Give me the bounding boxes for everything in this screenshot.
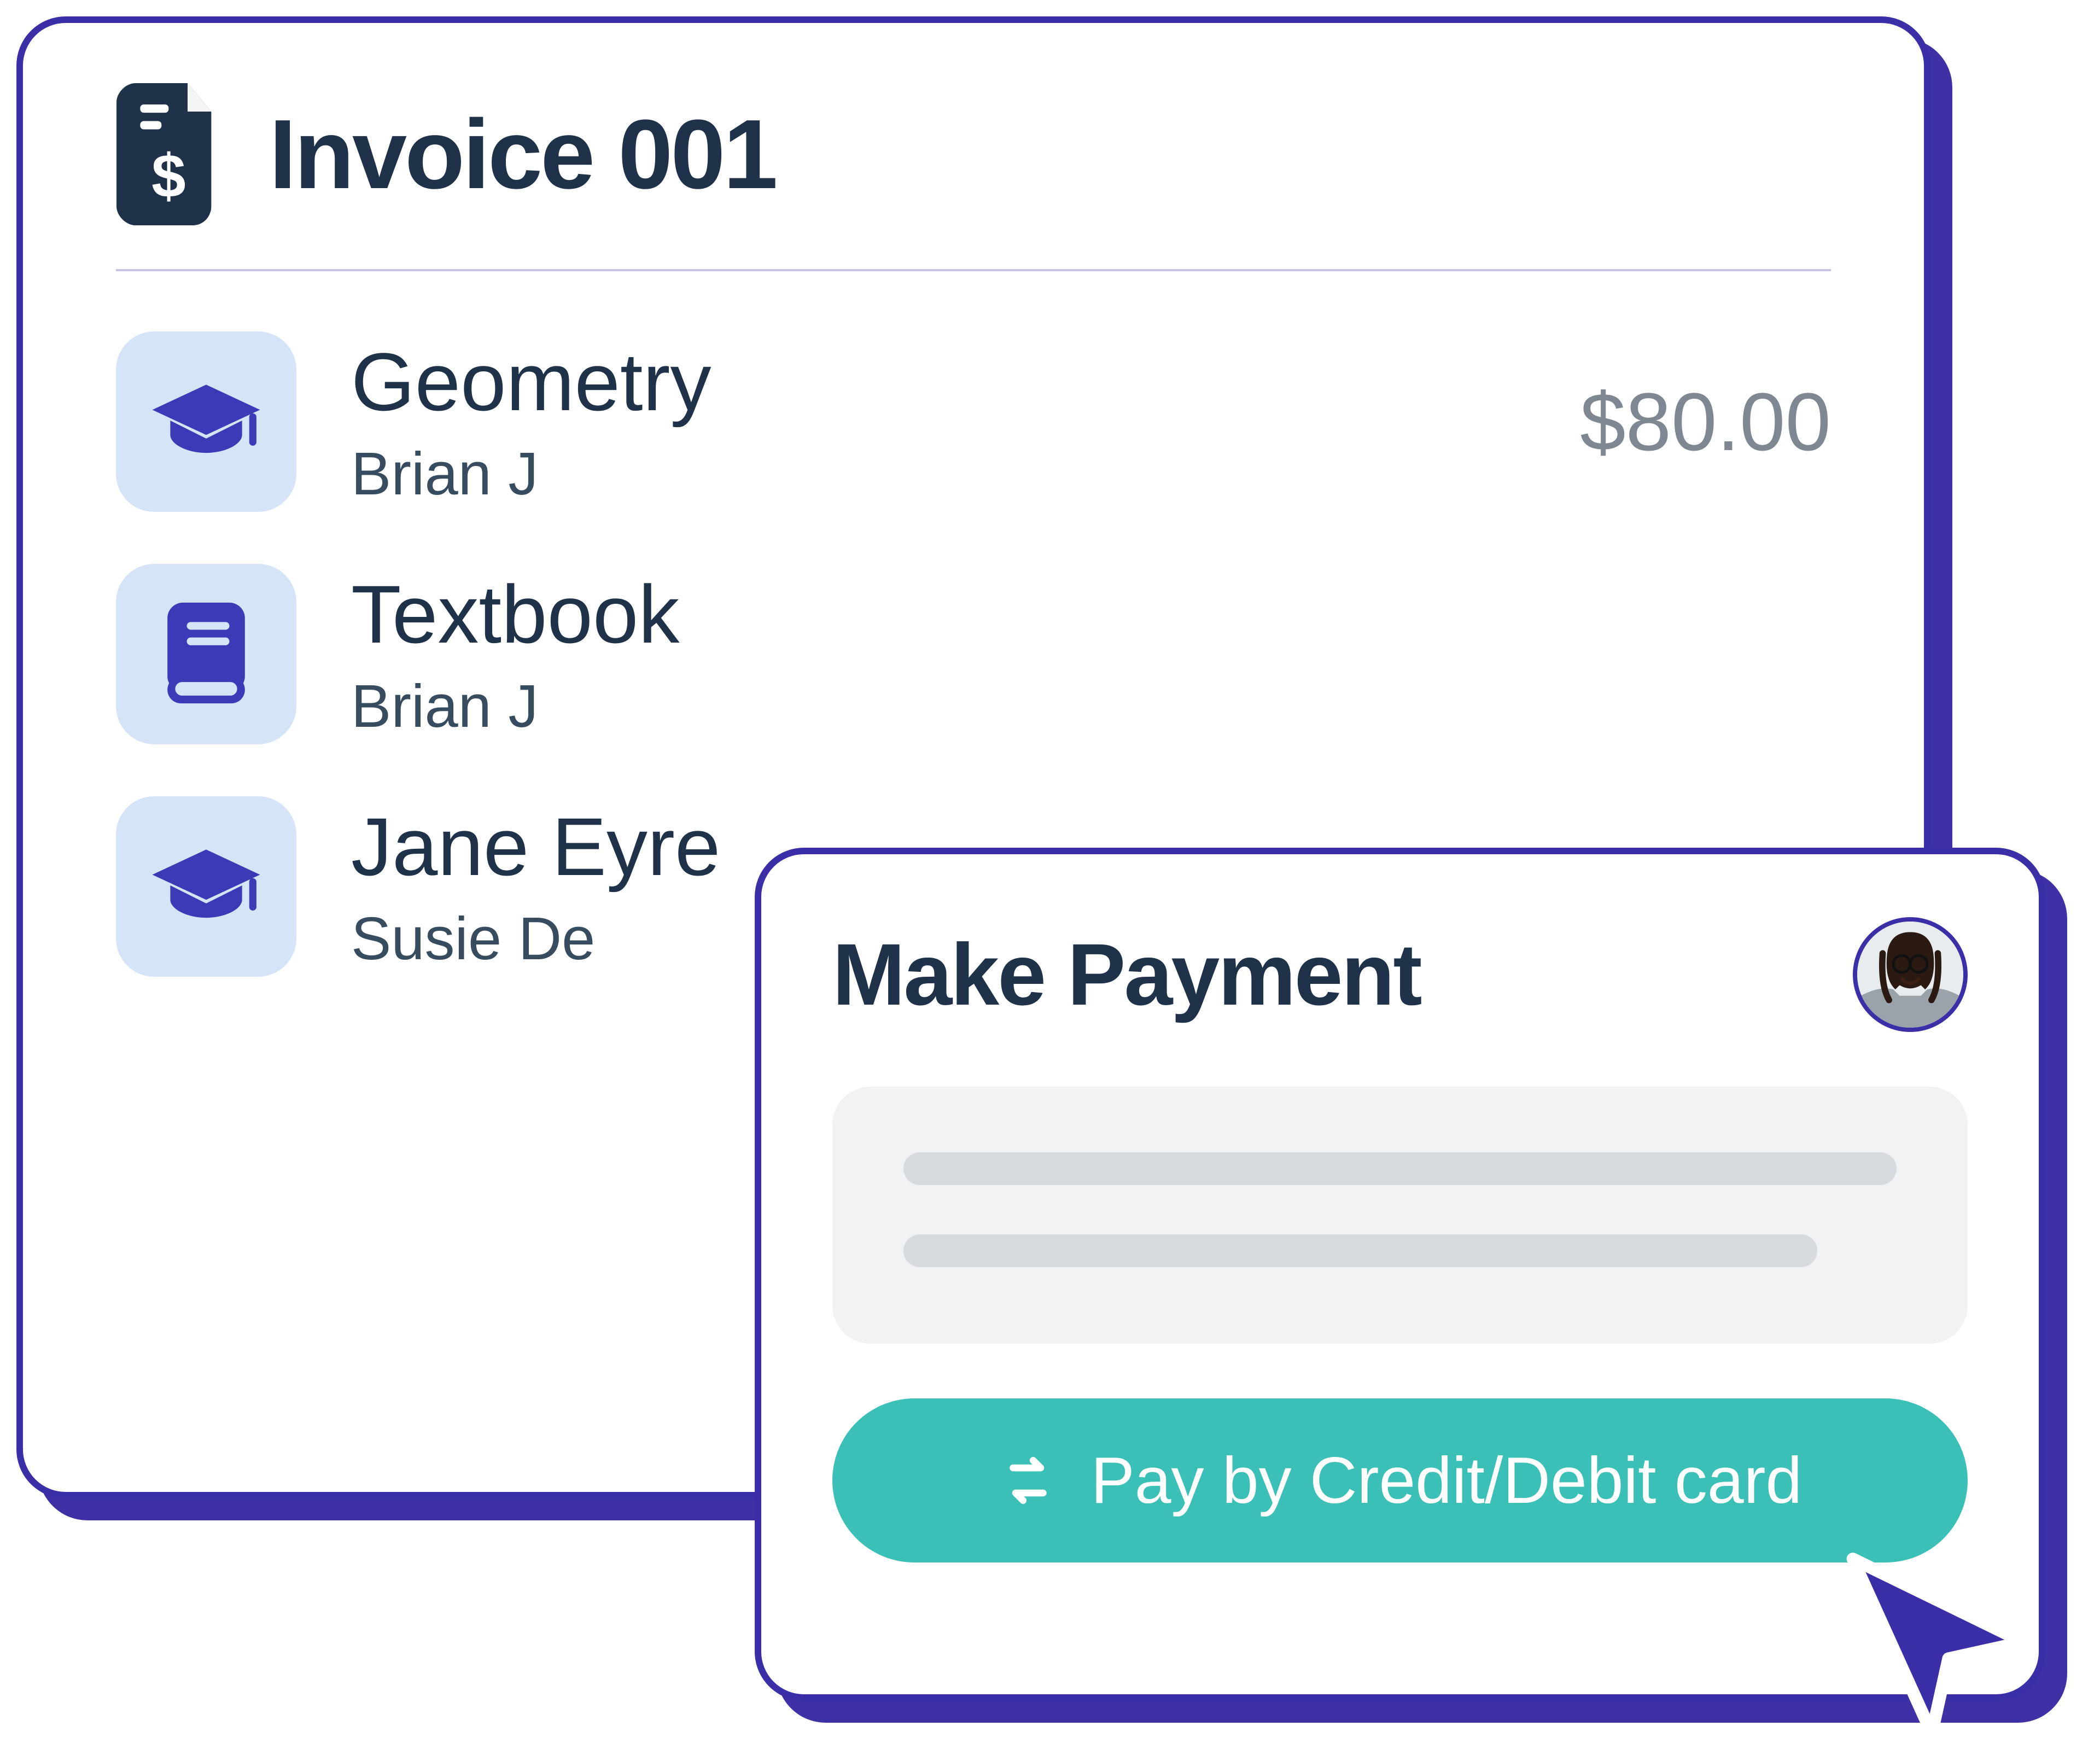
input-placeholder-line bbox=[903, 1234, 1817, 1267]
input-placeholder-line bbox=[903, 1152, 1897, 1185]
item-price: $80.00 bbox=[1580, 375, 1831, 469]
payment-card: Make Payment bbox=[755, 848, 2045, 1701]
avatar[interactable] bbox=[1853, 917, 1968, 1032]
payment-input-box[interactable] bbox=[832, 1087, 1968, 1344]
item-icon-box bbox=[116, 331, 296, 512]
invoice-header: $ Invoice 001 bbox=[116, 83, 1831, 269]
svg-text:$: $ bbox=[151, 141, 186, 210]
line-item: Textbook Brian J bbox=[116, 564, 1831, 744]
item-icon-box bbox=[116, 796, 296, 977]
graduation-cap-icon bbox=[149, 842, 264, 932]
line-item: Geometry Brian J $80.00 bbox=[116, 331, 1831, 512]
invoice-document-icon: $ bbox=[116, 83, 231, 225]
item-name: Textbook bbox=[351, 567, 1831, 662]
pay-button-label: Pay by Credit/Debit card bbox=[1091, 1443, 1802, 1518]
pay-button[interactable]: Pay by Credit/Debit card bbox=[832, 1398, 1968, 1562]
item-icon-box bbox=[116, 564, 296, 744]
graduation-cap-icon bbox=[149, 377, 264, 467]
invoice-title: Invoice 001 bbox=[269, 98, 776, 211]
divider bbox=[116, 269, 1831, 271]
payment-header: Make Payment bbox=[832, 917, 1968, 1032]
book-icon bbox=[160, 598, 253, 710]
item-sub: Brian J bbox=[351, 672, 1831, 741]
payment-title: Make Payment bbox=[832, 924, 1421, 1025]
item-sub: Brian J bbox=[351, 439, 1525, 509]
swap-icon bbox=[998, 1450, 1058, 1511]
item-name: Geometry bbox=[351, 335, 1525, 429]
